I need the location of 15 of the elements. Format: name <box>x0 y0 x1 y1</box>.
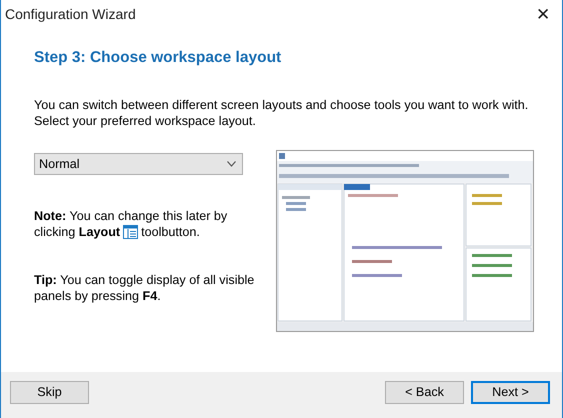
wizard-button[interactable]: < Back <box>385 380 464 404</box>
wizard-button[interactable]: Next > <box>471 380 550 404</box>
close-button[interactable]: ✕ <box>532 4 554 24</box>
layout-dropdown[interactable]: Normal <box>34 153 243 175</box>
step-heading: Step 3: Choose workspace layout <box>34 49 282 67</box>
tip-text: Tip: You can toggle display of all visible panels by pressing F4. <box>34 272 256 304</box>
note-text: Note: You can change this later by <box>34 208 228 224</box>
layout-icon <box>123 225 138 239</box>
caret-icon <box>227 161 236 167</box>
note-text: toolbutton. <box>141 224 200 240</box>
window-title: Configuration Wizard <box>5 6 136 22</box>
wizard-button[interactable]: Skip <box>10 380 89 404</box>
intro-text: Select your preferred workspace layout. <box>34 113 257 129</box>
intro-text: You can switch between different screen layouts and choose tools you want to work with. <box>34 97 530 113</box>
note-text: clicking Layout <box>34 224 120 240</box>
